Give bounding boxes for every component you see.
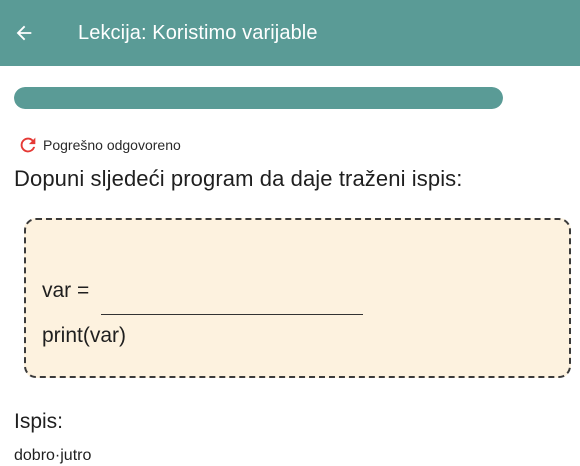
- code-prefix: var =: [42, 279, 90, 302]
- arrow-left-icon: [16, 25, 32, 41]
- answer-blank-input[interactable]: [101, 278, 364, 315]
- back-button[interactable]: [10, 19, 38, 47]
- code-block: var = print(var): [24, 218, 571, 378]
- question-text: Dopuni sljedeći program da daje traženi …: [14, 166, 463, 191]
- progress-fill: [14, 87, 503, 109]
- output-label: Ispis:: [14, 410, 64, 433]
- answer-status: Pogrešno odgovoreno: [17, 134, 181, 156]
- retry-icon: [20, 137, 36, 153]
- app-bar: Lekcija: Koristimo varijable: [0, 0, 580, 66]
- output-value: dobro·jutro: [14, 447, 92, 464]
- page-title: Lekcija: Koristimo varijable: [78, 21, 318, 44]
- code-line-assignment: var =: [42, 266, 364, 315]
- status-text: Pogrešno odgovoreno: [43, 137, 181, 153]
- lesson-progress-bar: [14, 87, 503, 109]
- code-line-print: print(var): [42, 324, 127, 347]
